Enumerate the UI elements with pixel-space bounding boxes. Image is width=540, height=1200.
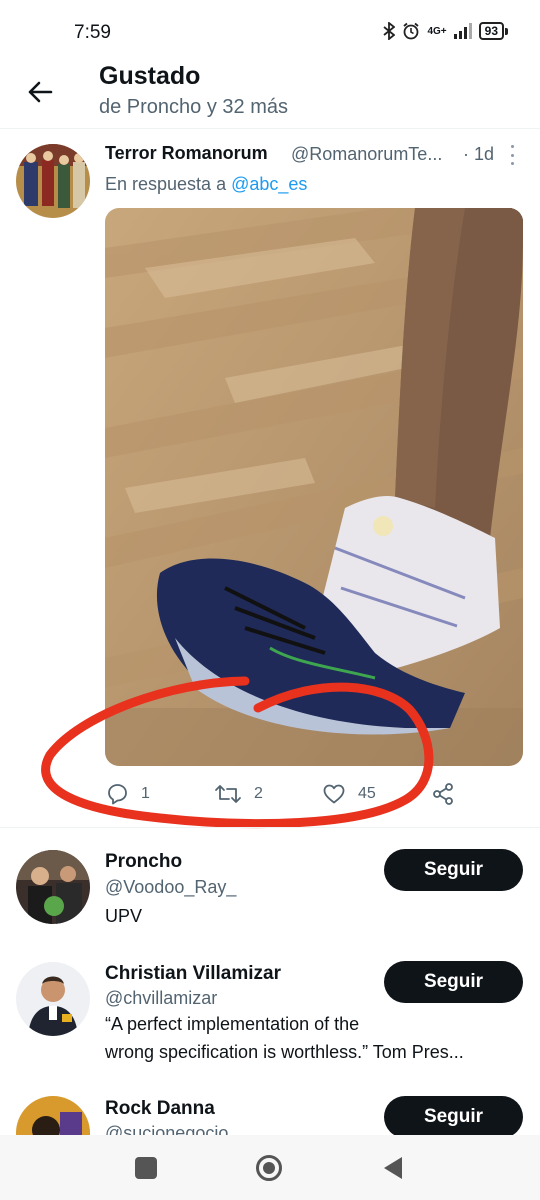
- status-icons: 4G+ 93: [383, 22, 508, 40]
- reply-icon: [108, 784, 127, 805]
- share-button[interactable]: [431, 782, 455, 806]
- retweet-button[interactable]: 2: [214, 782, 263, 806]
- like-button[interactable]: 45: [322, 782, 376, 806]
- follow-button[interactable]: Seguir: [384, 961, 523, 1003]
- user-bio: UPV: [105, 906, 143, 926]
- reply-mention-link[interactable]: @abc_es: [231, 174, 307, 194]
- share-icon: [433, 783, 453, 805]
- tweet-time: · 1d: [463, 144, 495, 164]
- tweet-photo[interactable]: [105, 208, 523, 766]
- system-nav-bar: [0, 1135, 540, 1200]
- retweet-icon: [215, 785, 241, 803]
- back-arrow-icon: [28, 81, 53, 103]
- signal-icon: [453, 23, 472, 39]
- page-subtitle: de Proncho y 32 más: [99, 96, 288, 118]
- bluetooth-icon: [383, 22, 396, 40]
- like-icon: [323, 784, 345, 804]
- follow-button[interactable]: Seguir: [384, 1096, 523, 1135]
- reply-context: En respuesta a @abc_es: [105, 174, 307, 195]
- list-item: Rock Danna @sucionegocio Seguir: [0, 1090, 540, 1135]
- page-title: Gustado: [99, 62, 201, 90]
- home-icon[interactable]: [256, 1155, 282, 1181]
- back-icon[interactable]: [382, 1155, 404, 1186]
- user-name[interactable]: Christian Villamizar: [105, 963, 281, 985]
- recents-icon[interactable]: [135, 1157, 157, 1179]
- status-time: 7:59: [74, 22, 111, 43]
- user-avatar[interactable]: [16, 850, 90, 924]
- retweet-count: 2: [254, 785, 263, 802]
- user-handle[interactable]: @sucionegocio: [105, 1123, 228, 1135]
- user-name[interactable]: Rock Danna: [105, 1098, 215, 1120]
- like-count: 45: [358, 785, 376, 802]
- tweet-author-name[interactable]: Terror Romanorum: [105, 143, 268, 164]
- back-button[interactable]: [20, 72, 60, 112]
- user-handle[interactable]: @chvillamizar: [105, 988, 217, 1009]
- battery-icon: [505, 27, 508, 35]
- reply-count: 1: [141, 785, 150, 802]
- user-bio-line: “A perfect implementation of the: [105, 1014, 360, 1034]
- user-handle[interactable]: @Voodoo_Ray_: [105, 877, 236, 898]
- user-bio-line: wrong specification is worthless.” Tom P…: [105, 1042, 464, 1062]
- follow-button[interactable]: Seguir: [384, 849, 523, 891]
- network-label: 4G+: [427, 25, 447, 37]
- header-divider: [0, 128, 540, 129]
- user-avatar[interactable]: [16, 962, 90, 1036]
- user-avatar[interactable]: [16, 1096, 90, 1135]
- user-name[interactable]: Proncho: [105, 851, 182, 873]
- tweet-author-handle[interactable]: @RomanorumTe...: [291, 144, 442, 165]
- reply-prefix: En respuesta a: [105, 174, 227, 194]
- reply-button[interactable]: 1: [105, 782, 150, 806]
- tweet-divider: [0, 827, 540, 828]
- battery-level: 93: [478, 22, 504, 40]
- tweet-author-avatar[interactable]: [16, 144, 90, 218]
- more-icon[interactable]: [505, 145, 519, 165]
- alarm-icon: [403, 22, 420, 40]
